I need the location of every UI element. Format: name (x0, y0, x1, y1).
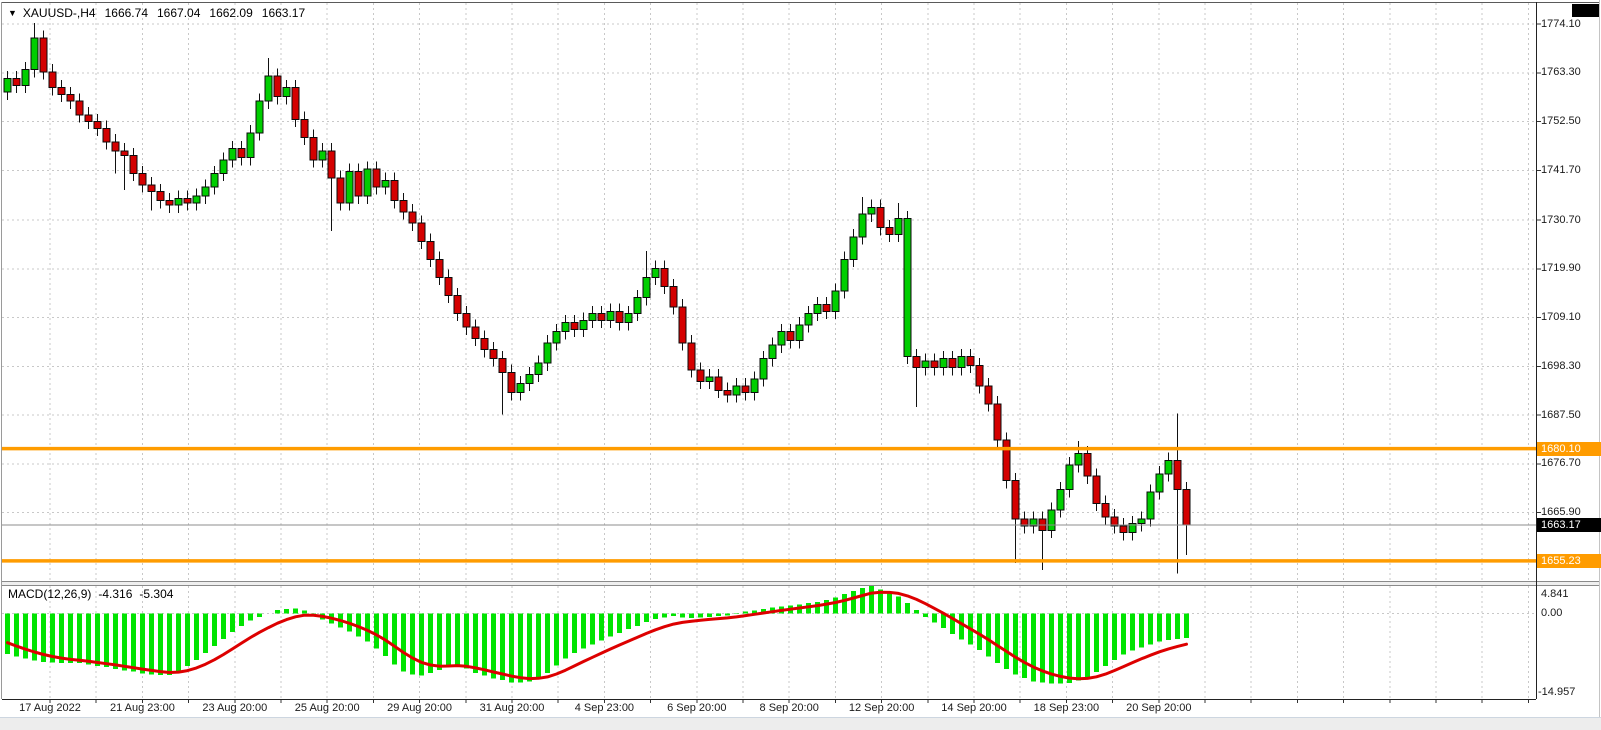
time-axis-label: 23 Aug 20:00 (202, 702, 267, 715)
price-axis-label: 1752.50 (1541, 115, 1581, 128)
scrollbar-thumb[interactable] (1572, 4, 1599, 17)
time-axis-label: 8 Sep 20:00 (760, 702, 819, 715)
symbol-timeframe: XAUUSD-,H4 (23, 6, 96, 20)
price-axis-label: 1687.50 (1541, 409, 1581, 422)
level-price-badge: 1680.10 (1537, 442, 1601, 456)
price-axis-label: 1730.70 (1541, 214, 1581, 227)
price-axis-label: 1741.70 (1541, 164, 1581, 177)
chevron-down-icon[interactable]: ▼ (8, 8, 17, 18)
price-axis-label: 1763.30 (1541, 66, 1581, 79)
time-axis-label: 6 Sep 20:00 (667, 702, 726, 715)
chart-title: ▼ XAUUSD-,H4 1666.74 1667.04 1662.09 1663.17 (8, 6, 305, 20)
chart-window: ▼XAUUSD-,H41666.741667.041662.091663.17 … (0, 0, 1601, 730)
time-axis-label: 18 Sep 23:00 (1034, 702, 1099, 715)
time-axis-label: 21 Aug 23:00 (110, 702, 175, 715)
time-axis-label: 4 Sep 23:00 (575, 702, 634, 715)
price-axis-label: 1709.10 (1541, 311, 1581, 324)
time-axis-label: 31 Aug 20:00 (480, 702, 545, 715)
time-axis-label: 12 Sep 20:00 (849, 702, 914, 715)
macd-signal-value: -5.304 (139, 587, 173, 601)
chart-canvas[interactable] (0, 0, 1601, 730)
time-axis-label: 17 Aug 2022 (19, 702, 81, 715)
ohlc-close: 1663.17 (262, 6, 305, 20)
macd-axis-label: 0.00 (1541, 607, 1562, 620)
ohlc-open: 1666.74 (105, 6, 148, 20)
macd-indicator-label: MACD(12,26,9) -4.316 -5.304 (8, 587, 173, 601)
time-axis-label: 25 Aug 20:00 (295, 702, 360, 715)
time-axis-label: 29 Aug 20:00 (387, 702, 452, 715)
price-axis-label: 1676.70 (1541, 457, 1581, 470)
macd-axis-label: -14.957 (1538, 686, 1575, 699)
time-axis-label: 20 Sep 20:00 (1126, 702, 1191, 715)
level-price-badge: 1655.23 (1537, 554, 1601, 568)
ohlc-low: 1662.09 (209, 6, 252, 20)
macd-main-value: -4.316 (98, 587, 132, 601)
macd-name: MACD(12,26,9) (8, 587, 91, 601)
time-axis-label: 14 Sep 20:00 (941, 702, 1006, 715)
price-axis-label: 1774.10 (1541, 18, 1581, 31)
price-axis-label: 1719.90 (1541, 262, 1581, 275)
ohlc-high: 1667.04 (157, 6, 200, 20)
price-axis-label: 1698.30 (1541, 360, 1581, 373)
macd-axis-label: 4.841 (1541, 588, 1569, 601)
current-price-badge: 1663.17 (1537, 518, 1601, 532)
